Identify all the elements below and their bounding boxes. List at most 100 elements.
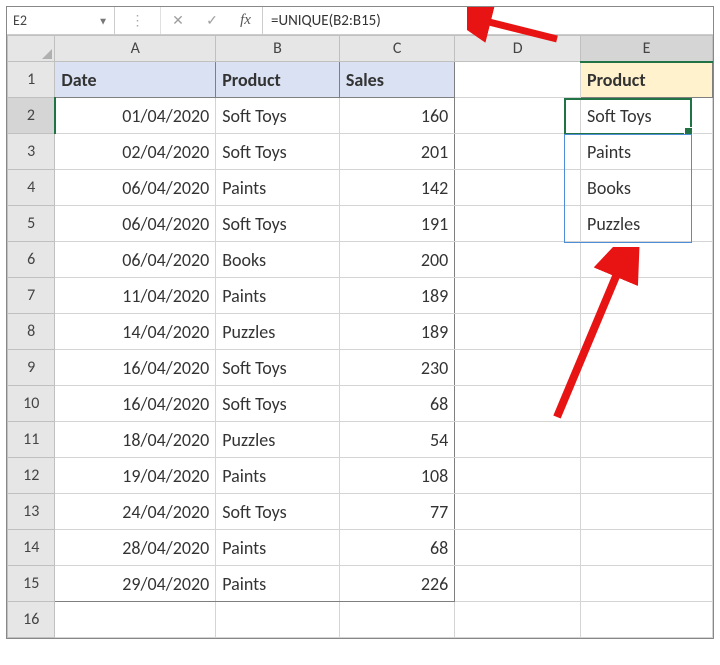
row-header[interactable]: 8 xyxy=(8,314,55,350)
row-header[interactable]: 7 xyxy=(8,278,55,314)
cell-A15[interactable]: 29/04/2020 xyxy=(55,566,216,602)
cell-E15[interactable] xyxy=(581,566,713,602)
cell-D13[interactable] xyxy=(455,494,581,530)
cell-B13[interactable]: Soft Toys xyxy=(216,494,340,530)
cell-C9[interactable]: 230 xyxy=(339,350,454,386)
row-header[interactable]: 1 xyxy=(8,62,55,98)
cell-A11[interactable]: 18/04/2020 xyxy=(55,422,216,458)
cell-A8[interactable]: 14/04/2020 xyxy=(55,314,216,350)
cell-E2[interactable]: Soft Toys xyxy=(581,98,713,134)
cell-C7[interactable]: 189 xyxy=(339,278,454,314)
cell-A6[interactable]: 06/04/2020 xyxy=(55,242,216,278)
row-header[interactable]: 10 xyxy=(8,386,55,422)
cell-B3[interactable]: Soft Toys xyxy=(216,134,340,170)
cell-D14[interactable] xyxy=(455,530,581,566)
select-all-corner[interactable] xyxy=(8,36,55,62)
cell-E8[interactable] xyxy=(581,314,713,350)
cell-C2[interactable]: 160 xyxy=(339,98,454,134)
cell-E5[interactable]: Puzzles xyxy=(581,206,713,242)
cancel-icon[interactable]: ✕ xyxy=(161,7,195,34)
cell-C8[interactable]: 189 xyxy=(339,314,454,350)
cell-B6[interactable]: Books xyxy=(216,242,340,278)
col-header-C[interactable]: C xyxy=(339,36,454,62)
cell-D16[interactable] xyxy=(455,602,581,638)
cell-B1[interactable]: Product xyxy=(216,62,340,98)
cell-B11[interactable]: Puzzles xyxy=(216,422,340,458)
cell-C6[interactable]: 200 xyxy=(339,242,454,278)
row-header[interactable]: 3 xyxy=(8,134,55,170)
cell-B7[interactable]: Paints xyxy=(216,278,340,314)
col-header-A[interactable]: A xyxy=(55,36,216,62)
spreadsheet-grid[interactable]: A B C D E 1 Date Product Sales Product 2… xyxy=(7,35,713,638)
cell-E4[interactable]: Books xyxy=(581,170,713,206)
cell-C3[interactable]: 201 xyxy=(339,134,454,170)
cell-B9[interactable]: Soft Toys xyxy=(216,350,340,386)
cell-C12[interactable]: 108 xyxy=(339,458,454,494)
cell-A4[interactable]: 06/04/2020 xyxy=(55,170,216,206)
cell-B10[interactable]: Soft Toys xyxy=(216,386,340,422)
cell-A1[interactable]: Date xyxy=(55,62,216,98)
row-header[interactable]: 14 xyxy=(8,530,55,566)
chevron-down-icon[interactable]: ▼ xyxy=(98,14,108,27)
fx-icon[interactable]: fx xyxy=(229,7,263,34)
cell-A3[interactable]: 02/04/2020 xyxy=(55,134,216,170)
cell-D7[interactable] xyxy=(455,278,581,314)
cell-A16[interactable] xyxy=(55,602,216,638)
cell-B14[interactable]: Paints xyxy=(216,530,340,566)
cell-E16[interactable] xyxy=(581,602,713,638)
row-header[interactable]: 4 xyxy=(8,170,55,206)
cell-E9[interactable] xyxy=(581,350,713,386)
cell-A5[interactable]: 06/04/2020 xyxy=(55,206,216,242)
name-box[interactable]: E2 ▼ xyxy=(7,7,115,34)
col-header-E[interactable]: E xyxy=(581,36,713,62)
cell-D10[interactable] xyxy=(455,386,581,422)
cell-D6[interactable] xyxy=(455,242,581,278)
row-header[interactable]: 6 xyxy=(8,242,55,278)
cell-E6[interactable] xyxy=(581,242,713,278)
cell-C10[interactable]: 68 xyxy=(339,386,454,422)
cell-D12[interactable] xyxy=(455,458,581,494)
cell-E13[interactable] xyxy=(581,494,713,530)
cell-B2[interactable]: Soft Toys xyxy=(216,98,340,134)
cell-B5[interactable]: Soft Toys xyxy=(216,206,340,242)
cell-D5[interactable] xyxy=(455,206,581,242)
cell-C15[interactable]: 226 xyxy=(339,566,454,602)
formula-input[interactable]: =UNIQUE(B2:B15) xyxy=(263,7,713,34)
cell-B15[interactable]: Paints xyxy=(216,566,340,602)
cell-B16[interactable] xyxy=(216,602,340,638)
cell-E3[interactable]: Paints xyxy=(581,134,713,170)
cell-E11[interactable] xyxy=(581,422,713,458)
row-header[interactable]: 15 xyxy=(8,566,55,602)
cell-E12[interactable] xyxy=(581,458,713,494)
cell-A10[interactable]: 16/04/2020 xyxy=(55,386,216,422)
cell-A13[interactable]: 24/04/2020 xyxy=(55,494,216,530)
cell-A14[interactable]: 28/04/2020 xyxy=(55,530,216,566)
cell-B4[interactable]: Paints xyxy=(216,170,340,206)
enter-icon[interactable]: ✓ xyxy=(195,7,229,34)
cell-D11[interactable] xyxy=(455,422,581,458)
cell-D8[interactable] xyxy=(455,314,581,350)
cell-E14[interactable] xyxy=(581,530,713,566)
cell-A2[interactable]: 01/04/2020 xyxy=(55,98,216,134)
cell-C1[interactable]: Sales xyxy=(339,62,454,98)
cell-D2[interactable] xyxy=(455,98,581,134)
cell-A12[interactable]: 19/04/2020 xyxy=(55,458,216,494)
col-header-D[interactable]: D xyxy=(455,36,581,62)
row-header[interactable]: 12 xyxy=(8,458,55,494)
cell-B8[interactable]: Puzzles xyxy=(216,314,340,350)
col-header-B[interactable]: B xyxy=(216,36,340,62)
cell-E1[interactable]: Product xyxy=(581,62,713,98)
cell-C13[interactable]: 77 xyxy=(339,494,454,530)
row-header[interactable]: 13 xyxy=(8,494,55,530)
cell-D1[interactable] xyxy=(455,62,581,98)
cell-D9[interactable] xyxy=(455,350,581,386)
cell-D4[interactable] xyxy=(455,170,581,206)
cell-B12[interactable]: Paints xyxy=(216,458,340,494)
cell-D3[interactable] xyxy=(455,134,581,170)
cell-C14[interactable]: 68 xyxy=(339,530,454,566)
cell-E10[interactable] xyxy=(581,386,713,422)
cell-A9[interactable]: 16/04/2020 xyxy=(55,350,216,386)
cell-C4[interactable]: 142 xyxy=(339,170,454,206)
cell-E7[interactable] xyxy=(581,278,713,314)
row-header[interactable]: 11 xyxy=(8,422,55,458)
